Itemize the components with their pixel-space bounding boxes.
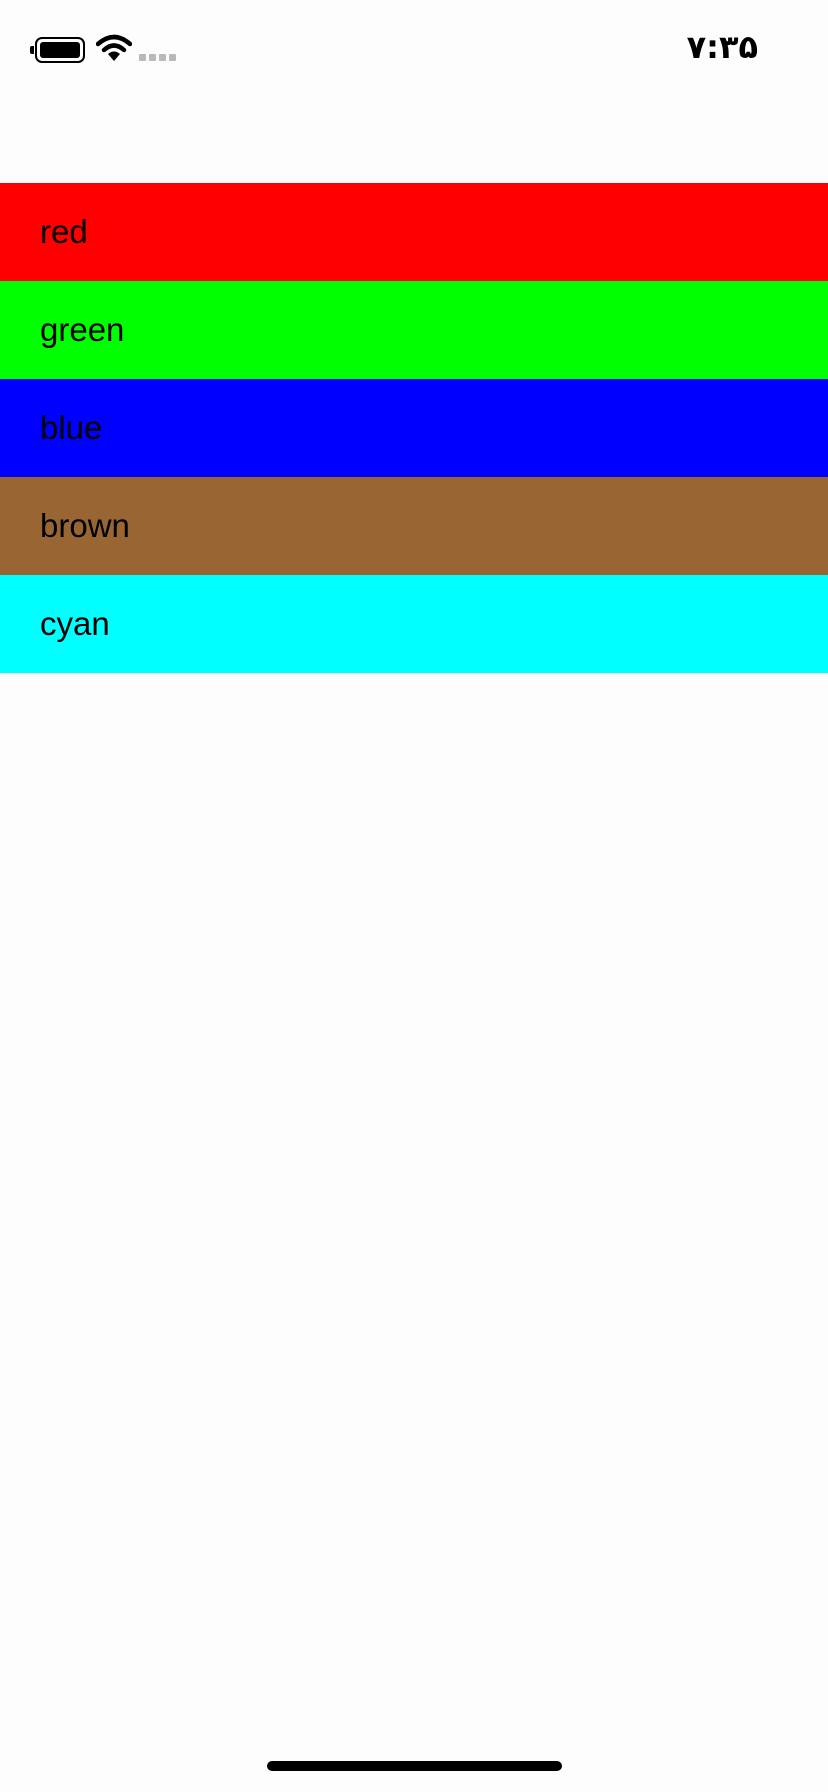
color-list: red green blue brown cyan bbox=[0, 183, 828, 673]
list-item-label: green bbox=[40, 311, 125, 348]
list-item-green[interactable]: green bbox=[0, 281, 828, 379]
list-item-label: red bbox=[40, 213, 88, 250]
list-item-label: cyan bbox=[40, 605, 110, 642]
status-time: ۷:۳۵ bbox=[686, 28, 758, 66]
list-item-blue[interactable]: blue bbox=[0, 379, 828, 477]
list-item-brown[interactable]: brown bbox=[0, 477, 828, 575]
cellular-signal-icon bbox=[139, 54, 176, 61]
home-indicator[interactable] bbox=[267, 1761, 562, 1771]
battery-full-icon bbox=[30, 37, 85, 63]
list-item-label: brown bbox=[40, 507, 130, 544]
wifi-icon bbox=[96, 34, 132, 61]
status-bar: ۷:۳۵ bbox=[0, 0, 828, 100]
list-item-red[interactable]: red bbox=[0, 183, 828, 281]
list-item-label: blue bbox=[40, 409, 103, 446]
list-item-cyan[interactable]: cyan bbox=[0, 575, 828, 673]
